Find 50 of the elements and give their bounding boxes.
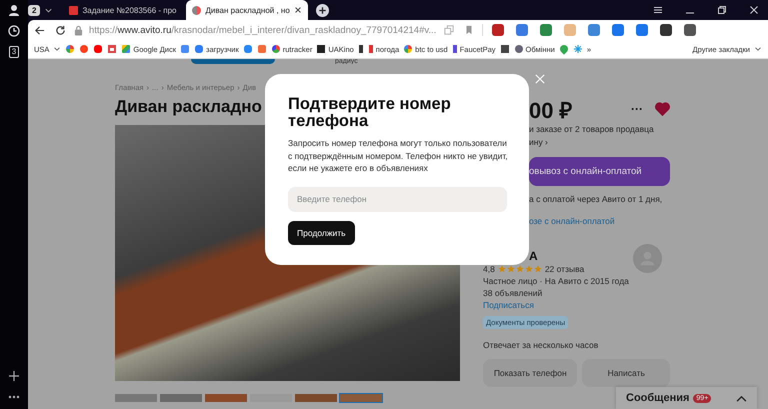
seller-name[interactable]: А (529, 250, 670, 262)
chevron-up-icon[interactable] (736, 394, 747, 402)
price: 00 ₽ (529, 97, 573, 124)
chevron-down-icon[interactable] (754, 45, 762, 53)
reviews-link[interactable]: 22 отзыва (544, 264, 584, 274)
delivery-note: а с оплатой через Авито от 1 дня, (529, 193, 664, 206)
thumbnail[interactable] (340, 394, 382, 402)
bulk-note: и заказе от 2 товаров продавца (529, 123, 655, 136)
more-button[interactable]: ··· (631, 102, 643, 116)
bookmark-icon[interactable] (464, 25, 474, 35)
browser-tab[interactable]: Задание №2083566 - про (63, 0, 182, 20)
write-button[interactable]: Написать (582, 359, 670, 387)
thumbnail[interactable] (295, 394, 337, 402)
dialog-title: Подтвердите номер телефона (288, 96, 452, 130)
circle-icon[interactable] (80, 45, 88, 53)
dialog-text: Запросить номер телефона могут только пользователи с подтверждённым номером. Телефон никто не увидит, если не укажете его в объявлениях (288, 137, 509, 174)
rating-value: 4,8 (483, 264, 495, 274)
tab-counter[interactable]: 2 (28, 4, 40, 16)
phone-input[interactable]: Введите телефон (288, 186, 507, 212)
chevron-down-icon[interactable] (53, 45, 62, 53)
listing-title: Диван раскладно (115, 97, 262, 117)
map-pin-icon[interactable] (558, 43, 570, 55)
add-icon[interactable] (8, 370, 20, 382)
lock-icon (74, 24, 83, 36)
seller-type: Частное лицо · На Авито с 2015 года (483, 276, 629, 286)
back-icon[interactable] (34, 24, 45, 36)
square-icon[interactable] (500, 45, 509, 53)
reload-icon[interactable] (55, 24, 66, 36)
menu-icon[interactable] (653, 5, 663, 15)
show-phone-button[interactable]: Показать телефон (483, 359, 578, 387)
delivery-button[interactable]: овывоз с онлайн-оплатой (529, 157, 670, 186)
thumbnail[interactable] (205, 394, 247, 402)
thumbnail[interactable] (115, 394, 157, 402)
avatar-icon (632, 244, 662, 273)
copy-icon[interactable] (444, 25, 454, 35)
seller-link[interactable]: ину › (529, 136, 670, 149)
browser-tab[interactable]: Диван раскладной , но (186, 0, 308, 20)
toolbar-button[interactable] (191, 59, 275, 64)
ads-count: 38 объявлений (483, 288, 544, 298)
thumbnail[interactable] (160, 394, 202, 402)
heart-icon[interactable] (655, 102, 670, 116)
restore-icon[interactable] (717, 5, 727, 15)
history-icon[interactable] (8, 25, 20, 37)
continue-button[interactable]: Продолжить (288, 220, 355, 244)
tab-count[interactable]: 3 (8, 46, 20, 58)
response-time: Отвечает за несколько часов (483, 340, 600, 350)
profile-icon[interactable] (8, 4, 20, 16)
messages-label: Сообщения (626, 392, 690, 404)
new-tab-icon[interactable] (316, 4, 329, 16)
close-icon[interactable] (294, 6, 302, 14)
